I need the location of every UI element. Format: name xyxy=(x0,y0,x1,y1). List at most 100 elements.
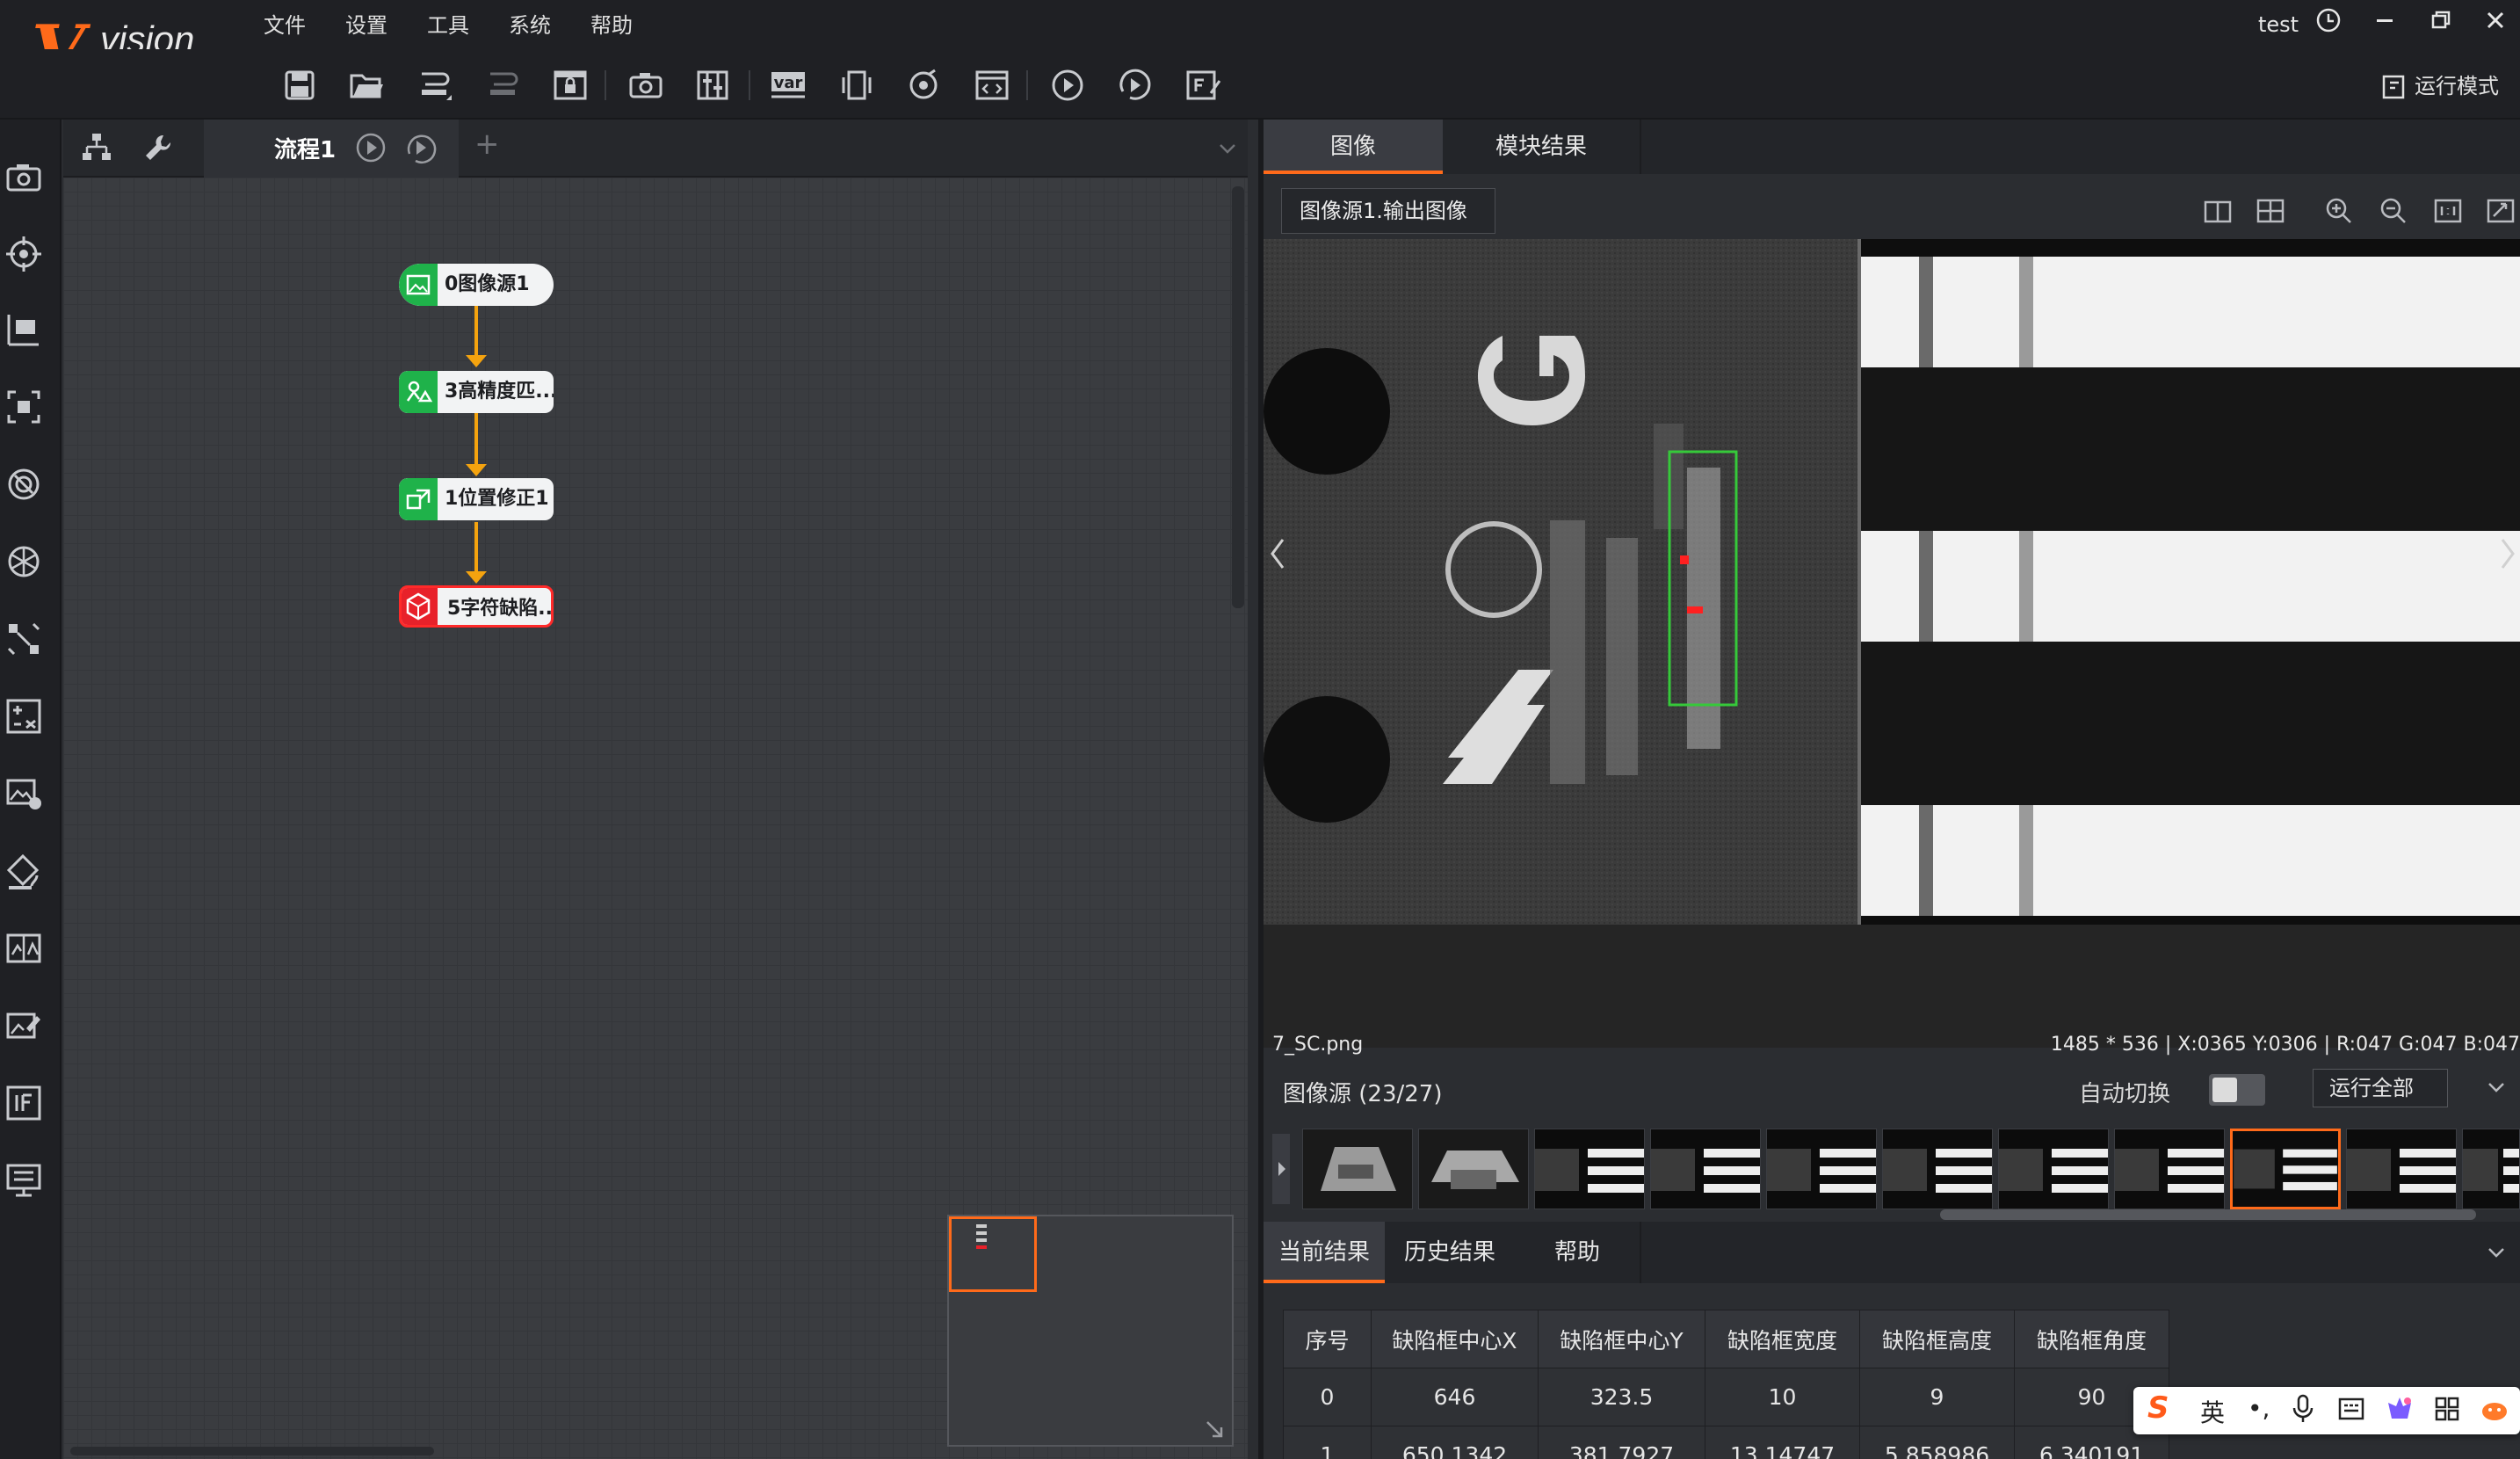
save-as-icon[interactable] xyxy=(415,65,455,105)
table-row[interactable]: 0 646 323.5 10 9 90 xyxy=(1283,1368,2169,1426)
restore-icon[interactable] xyxy=(2423,7,2458,42)
tab-help[interactable]: 帮助 xyxy=(1515,1222,1641,1283)
flow-run-once-icon[interactable] xyxy=(353,130,388,165)
recognition-icon[interactable] xyxy=(4,464,44,504)
image-edit-icon[interactable] xyxy=(4,1005,44,1046)
table-row[interactable]: 1 650.1342 381.7927 13.14747 5.858986 6.… xyxy=(1283,1426,2169,1459)
flow-node-position-correction[interactable]: 1位置修正1 xyxy=(399,478,554,520)
communication-module-icon[interactable] xyxy=(4,1160,44,1201)
flow-minimap[interactable] xyxy=(947,1215,1234,1447)
layout-grid-icon[interactable] xyxy=(2255,195,2286,227)
image-capture-icon[interactable] xyxy=(4,156,44,197)
col-index: 序号 xyxy=(1283,1310,1372,1368)
cell: 381.7927 xyxy=(1538,1426,1705,1459)
thumbnail[interactable] xyxy=(2346,1129,2457,1209)
zoom-out-icon[interactable] xyxy=(2378,195,2409,227)
image-source-select[interactable]: 图像源1.输出图像 xyxy=(1281,188,1495,234)
thumbnail[interactable] xyxy=(1998,1129,2109,1209)
calibration-icon[interactable] xyxy=(4,541,44,582)
run-all-button[interactable]: 运行全部 xyxy=(2313,1069,2448,1107)
auto-switch-label: 自动切换 xyxy=(2079,1081,2171,1107)
ime-toolbar: S 英 •, xyxy=(2133,1387,2520,1434)
thumbnail[interactable] xyxy=(1766,1129,1877,1209)
run-once-icon[interactable] xyxy=(1047,65,1088,105)
thumbnail-selected[interactable] xyxy=(2230,1129,2341,1209)
defect-detection-icon[interactable] xyxy=(4,928,44,969)
thumb-scroll-left[interactable] xyxy=(1272,1134,1290,1204)
wrench-icon[interactable] xyxy=(141,130,176,165)
save-icon[interactable] xyxy=(279,65,320,105)
collapse-chevron-icon[interactable] xyxy=(2483,1074,2509,1100)
microphone-icon[interactable] xyxy=(2290,1392,2316,1430)
fit-window-icon[interactable] xyxy=(2485,195,2516,227)
logic-if-icon[interactable] xyxy=(4,1083,44,1123)
camera-icon[interactable] xyxy=(626,65,666,105)
ime-mascot-icon[interactable] xyxy=(2480,1394,2509,1430)
image-processing-icon[interactable] xyxy=(4,773,44,814)
measurement-icon[interactable] xyxy=(4,309,44,350)
thumbnail[interactable] xyxy=(1534,1129,1645,1209)
flow-scrollbar[interactable] xyxy=(1232,186,1244,608)
actual-size-icon[interactable] xyxy=(2432,195,2464,227)
clock-icon[interactable] xyxy=(2311,7,2346,42)
chevron-down-icon[interactable] xyxy=(1214,135,1241,162)
communication-icon[interactable] xyxy=(836,65,877,105)
flow-tree-icon[interactable] xyxy=(79,130,114,165)
menu-tools[interactable]: 工具 xyxy=(427,9,509,42)
col-angle: 缺陷框角度 xyxy=(2014,1310,2169,1368)
skin-icon[interactable] xyxy=(2385,1394,2415,1430)
menu-help[interactable]: 帮助 xyxy=(590,9,672,42)
ime-logo-icon[interactable]: S xyxy=(2147,1390,2169,1426)
keyboard-icon[interactable] xyxy=(2337,1396,2365,1428)
minimize-icon[interactable] xyxy=(2367,7,2402,42)
function-icon[interactable] xyxy=(1183,65,1223,105)
flow-node-matching[interactable]: 3高精度匹... xyxy=(399,371,554,413)
calculation-icon[interactable] xyxy=(4,696,44,737)
flow-run-loop-icon[interactable] xyxy=(402,130,438,165)
grid-menu-icon[interactable] xyxy=(2434,1396,2460,1428)
flow-node-char-defect[interactable]: 5字符缺陷... xyxy=(399,585,554,628)
image-generation-icon[interactable] xyxy=(4,387,44,427)
menu-system[interactable]: 系统 xyxy=(509,9,590,42)
global-trigger-icon[interactable] xyxy=(903,65,944,105)
auto-switch-toggle[interactable] xyxy=(2209,1074,2265,1106)
controller-icon[interactable] xyxy=(692,65,733,105)
menu-settings[interactable]: 设置 xyxy=(345,9,427,42)
add-flow-button[interactable]: + xyxy=(474,127,500,162)
flow-node-image-source[interactable]: 0图像源1 xyxy=(399,264,554,306)
image-viewer[interactable] xyxy=(1264,239,2520,1048)
resize-corner-icon[interactable] xyxy=(1204,1419,1225,1440)
flow-hscrollbar[interactable] xyxy=(70,1447,434,1455)
thumbnail-scrollbar[interactable] xyxy=(1940,1209,2476,1220)
zoom-in-icon[interactable] xyxy=(2323,195,2355,227)
minimap-viewport[interactable] xyxy=(949,1216,1037,1292)
thumbnail[interactable] xyxy=(2114,1129,2225,1209)
image-source-select-value: 图像源1.输出图像 xyxy=(1300,199,1467,223)
tab-image[interactable]: 图像 xyxy=(1264,120,1443,174)
variable-icon[interactable]: var xyxy=(768,65,808,105)
thumbnail[interactable] xyxy=(2462,1129,2520,1209)
run-mode-button[interactable]: 运行模式 xyxy=(2381,69,2499,104)
tab-module-result[interactable]: 模块结果 xyxy=(1443,120,1641,174)
alignment-icon[interactable] xyxy=(4,619,44,659)
close-icon[interactable] xyxy=(2478,7,2513,42)
ime-punctuation-icon[interactable]: •, xyxy=(2248,1394,2270,1423)
save-solution-icon[interactable] xyxy=(483,65,524,105)
tab-history-result[interactable]: 历史结果 xyxy=(1385,1222,1515,1283)
thumbnail[interactable] xyxy=(1418,1129,1529,1209)
result-collapse-icon[interactable] xyxy=(2483,1239,2509,1266)
ime-lang-toggle[interactable]: 英 xyxy=(2200,1394,2225,1429)
script-icon[interactable] xyxy=(972,65,1012,105)
thumbnail[interactable] xyxy=(1302,1129,1413,1209)
thumbnail[interactable] xyxy=(1882,1129,1993,1209)
positioning-icon[interactable] xyxy=(4,234,44,274)
color-processing-icon[interactable] xyxy=(4,851,44,891)
toolbar-separator xyxy=(1026,70,1028,100)
layout-1x2-icon[interactable] xyxy=(2202,195,2234,227)
tab-current-result[interactable]: 当前结果 xyxy=(1264,1222,1385,1283)
thumbnail[interactable] xyxy=(1650,1129,1761,1209)
lock-panel-icon[interactable] xyxy=(550,65,590,105)
menu-file[interactable]: 文件 xyxy=(264,9,345,42)
run-loop-icon[interactable] xyxy=(1114,65,1155,105)
open-folder-icon[interactable] xyxy=(346,65,387,105)
